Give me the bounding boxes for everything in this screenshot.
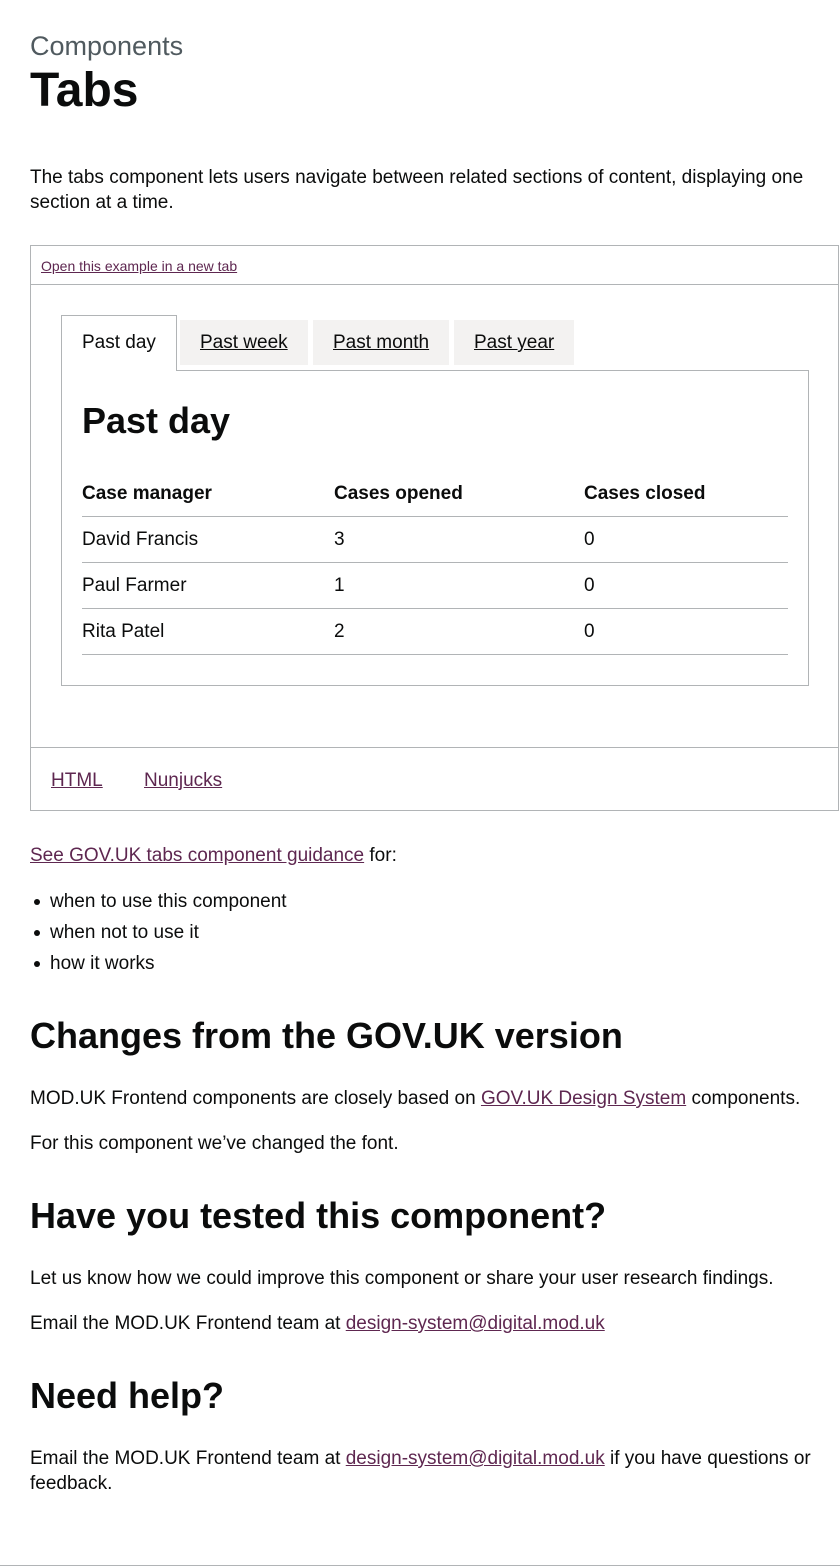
tab-past-year[interactable]: Past year — [454, 320, 575, 365]
column-header: Cases opened — [334, 471, 584, 517]
changes-heading: Changes from the GOV.UK version — [30, 1015, 623, 1056]
font-change-paragraph: For this component we’ve changed the fon… — [30, 1133, 399, 1154]
govuk-design-system-link[interactable]: GOV.UK Design System — [481, 1088, 686, 1109]
example-frame: Open this example in a new tab Past day … — [30, 245, 839, 811]
table-cell: Paul Farmer — [82, 562, 334, 609]
page-title: Tabs — [30, 64, 139, 117]
guidance-link[interactable]: See GOV.UK tabs component guidance — [30, 845, 364, 866]
help-text: Email the MOD.UK Frontend team at — [30, 1448, 346, 1469]
tab-panel: Past day Case manager Cases opened Cases… — [61, 370, 809, 686]
example-body: Past day Past week Past month Past year … — [31, 285, 838, 747]
lead-paragraph: The tabs component lets users navigate b… — [30, 167, 804, 213]
help-email-link[interactable]: design-system@digital.mod.uk — [346, 1448, 605, 1469]
list-item: when not to use it — [34, 917, 287, 948]
table-cell: Rita Patel — [82, 608, 334, 655]
table-row: David Francis 3 0 — [82, 516, 788, 563]
list-item: when to use this component — [34, 886, 287, 917]
tab-past-day[interactable]: Past day — [61, 315, 177, 371]
changes-text: MOD.UK Frontend components are closely b… — [30, 1088, 481, 1109]
help-heading: Need help? — [30, 1375, 225, 1416]
changes-text-end: components. — [686, 1088, 801, 1109]
guidance-paragraph: See GOV.UK tabs component guidance for: — [30, 843, 820, 868]
page-caption: Components — [30, 31, 184, 61]
table-cell: 3 — [334, 516, 584, 563]
list-item: how it works — [34, 948, 287, 979]
tab-past-week[interactable]: Past week — [180, 320, 308, 365]
table-cell: 0 — [584, 562, 788, 609]
table-row: Paul Farmer 1 0 — [82, 562, 788, 609]
tested-heading: Have you tested this component? — [30, 1195, 607, 1236]
tab-past-month[interactable]: Past month — [313, 320, 450, 365]
tested-paragraph: Let us know how we could improve this co… — [30, 1268, 774, 1289]
column-header: Cases closed — [584, 471, 788, 517]
table-cell: 0 — [584, 516, 788, 563]
table-cell: 0 — [584, 608, 788, 655]
help-paragraph: Email the MOD.UK Frontend team at design… — [30, 1446, 820, 1496]
code-tab-nunjucks[interactable]: Nunjucks — [144, 770, 222, 792]
guidance-suffix: for: — [364, 845, 397, 866]
tested-email-paragraph: Email the MOD.UK Frontend team at design… — [30, 1311, 820, 1336]
open-example-link[interactable]: Open this example in a new tab — [41, 258, 237, 274]
email-link[interactable]: design-system@digital.mod.uk — [346, 1313, 605, 1334]
table-cell: David Francis — [82, 516, 334, 563]
example-toolbar: Open this example in a new tab — [31, 246, 838, 285]
table-row: Rita Patel 2 0 — [82, 608, 788, 655]
guidance-list: when to use this component when not to u… — [30, 886, 287, 979]
table-cell: 1 — [334, 562, 584, 609]
table-cell: 2 — [334, 608, 584, 655]
tested-email-text: Email the MOD.UK Frontend team at — [30, 1313, 346, 1334]
code-tabs: HTML Nunjucks — [31, 747, 838, 811]
changes-paragraph: MOD.UK Frontend components are closely b… — [30, 1086, 820, 1111]
footer-divider — [0, 1565, 840, 1566]
panel-heading: Past day — [82, 400, 231, 441]
table-header-row: Case manager Cases opened Cases closed — [82, 471, 788, 517]
column-header: Case manager — [82, 471, 334, 517]
cases-table: Case manager Cases opened Cases closed D… — [82, 471, 788, 655]
code-tab-html[interactable]: HTML — [51, 770, 103, 792]
